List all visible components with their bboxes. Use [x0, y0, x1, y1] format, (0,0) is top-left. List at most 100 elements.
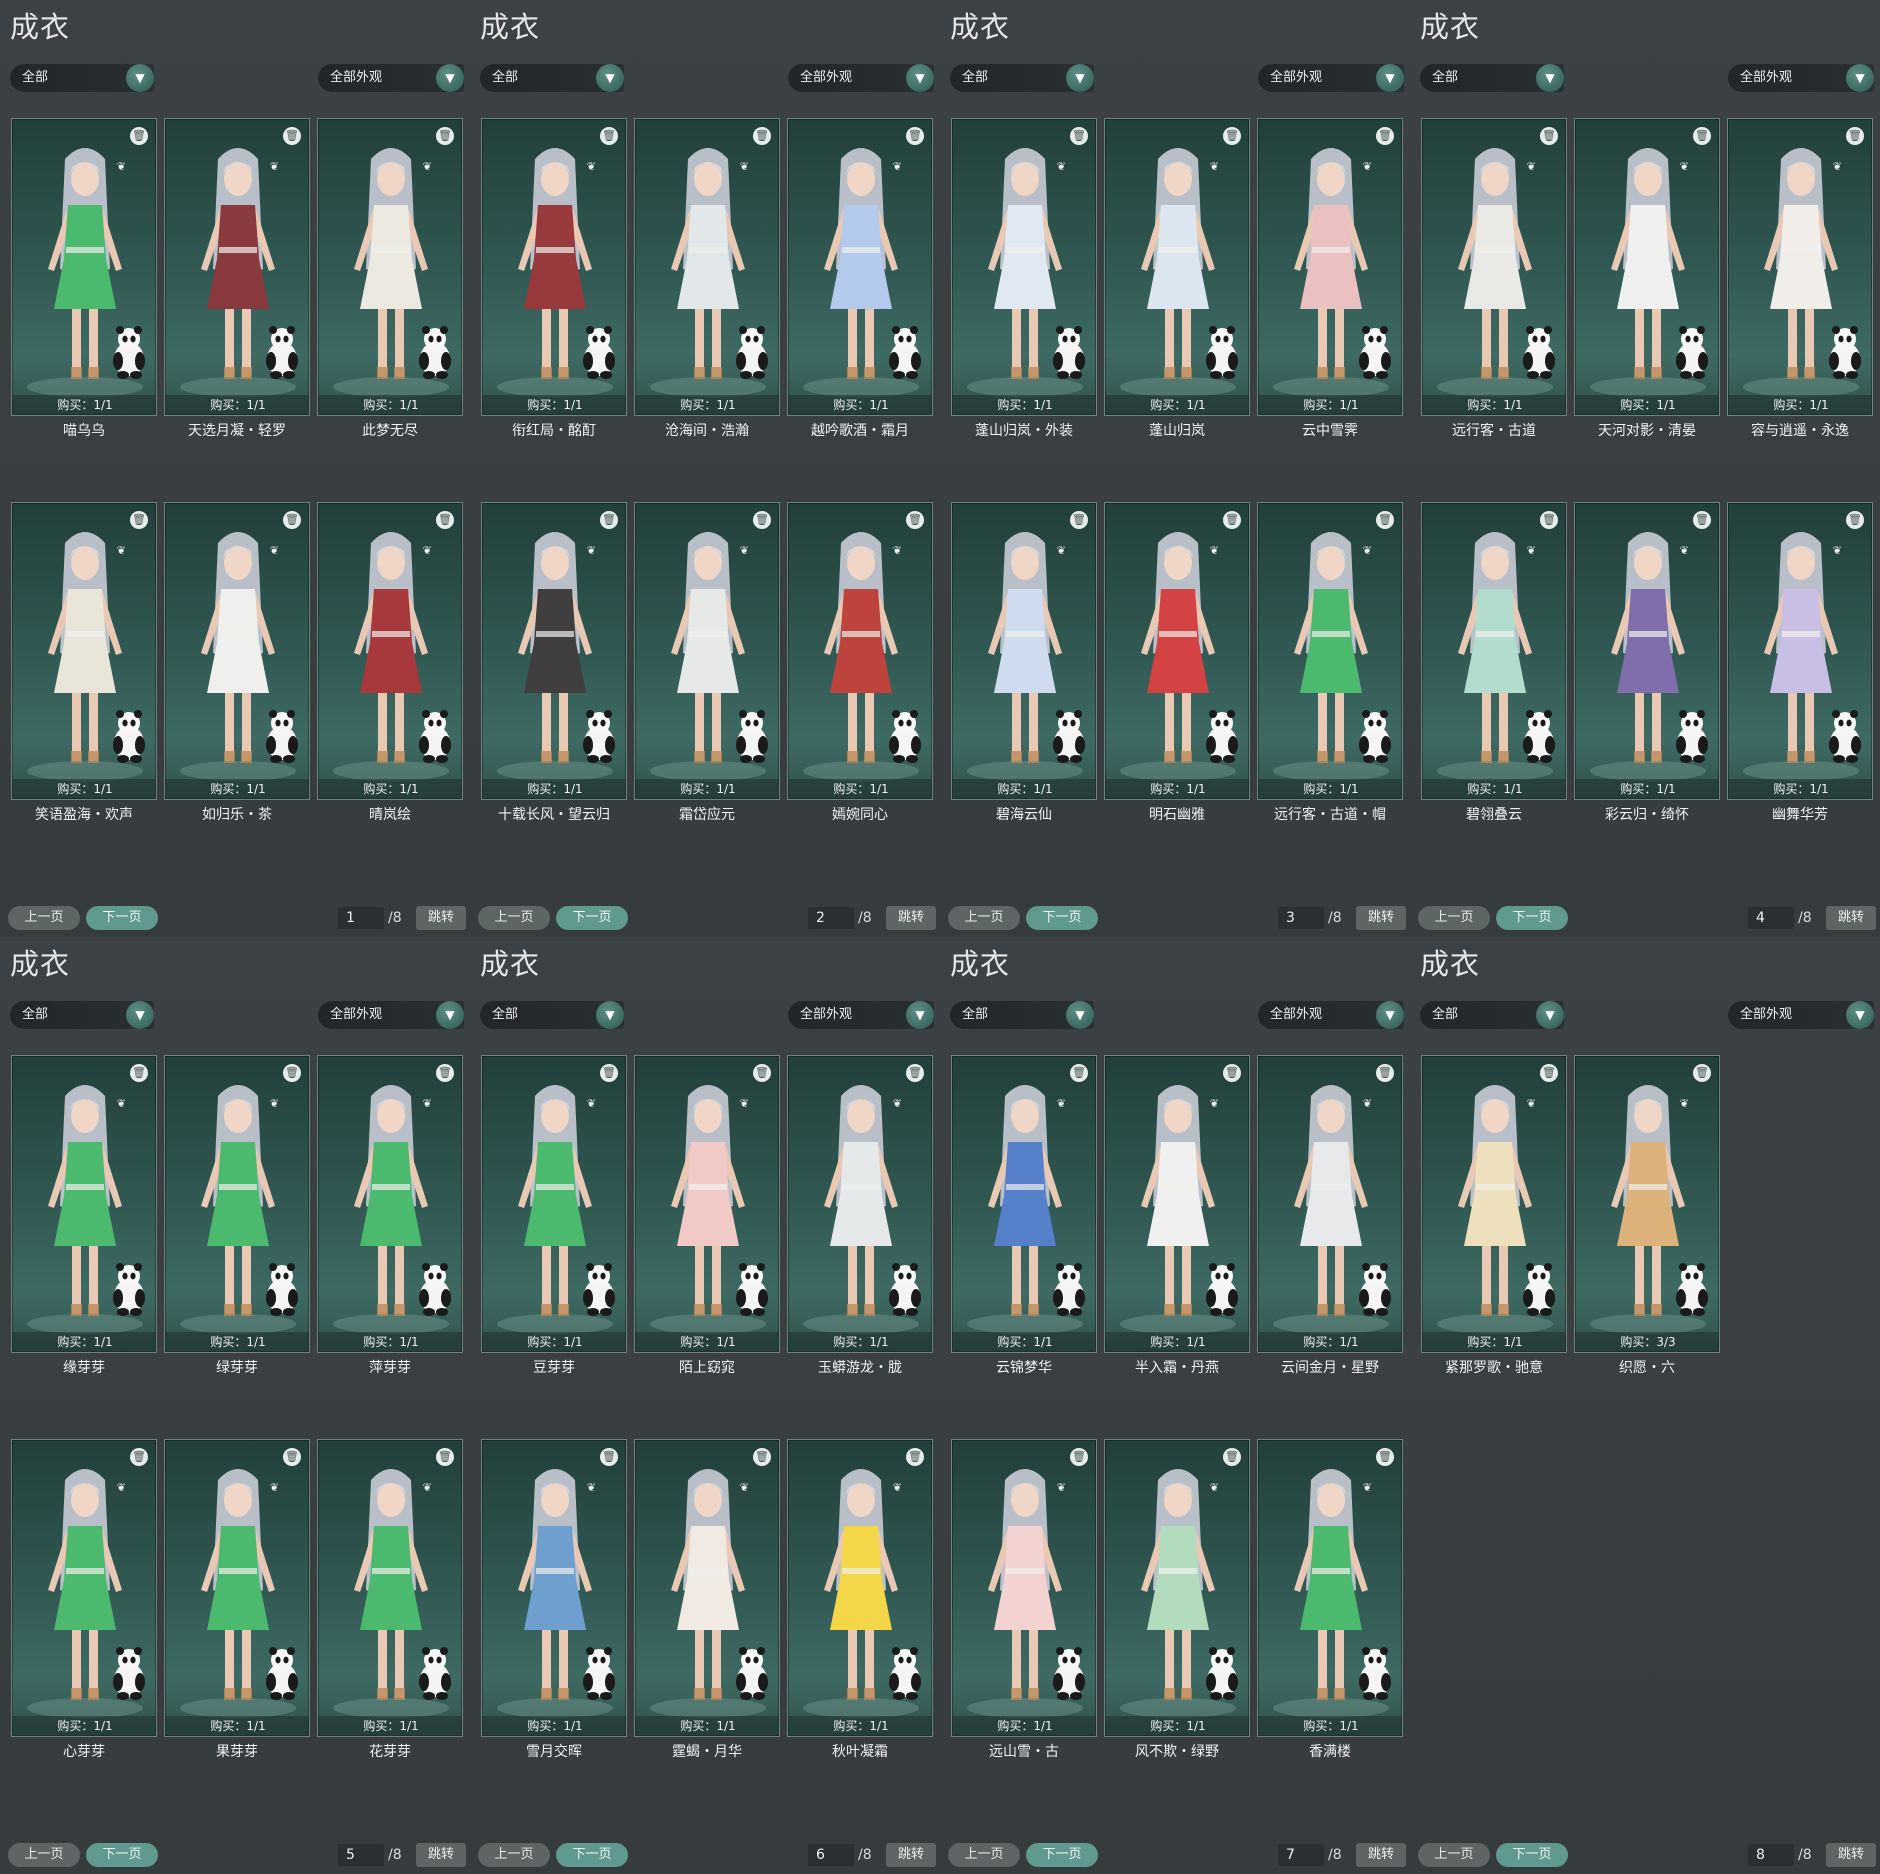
trash-icon[interactable]: 🗑 [906, 1448, 924, 1466]
outfit-card[interactable]: 🗑 ❦ 购买：1/1 [787, 1055, 933, 1353]
trash-icon[interactable]: 🗑 [1376, 1064, 1394, 1082]
outfit-card[interactable]: 🗑 ❦ 购买：1/1 [317, 502, 463, 800]
outfit-card[interactable]: 🗑 ❦ 购买：1/1 [481, 502, 627, 800]
category-dropdown[interactable]: 全部 ▼ [10, 1001, 154, 1029]
outfit-card[interactable]: 🗑 ❦ 购买：1/1 [1574, 502, 1720, 800]
outfit-card[interactable]: 🗑 ❦ 购买：1/1 [1727, 118, 1873, 416]
page-number-input[interactable]: 3 [1278, 907, 1324, 929]
outfit-card[interactable]: 🗑 ❦ 购买：1/1 [11, 1439, 157, 1737]
outfit-card[interactable]: 🗑 ❦ 购买：1/1 [1421, 1055, 1567, 1353]
chevron-down-icon[interactable]: ▼ [1536, 1001, 1564, 1029]
trash-icon[interactable]: 🗑 [283, 1448, 301, 1466]
category-dropdown[interactable]: 全部 ▼ [480, 64, 624, 92]
appearance-dropdown[interactable]: 全部外观 ▼ [788, 64, 934, 92]
appearance-dropdown[interactable]: 全部外观 ▼ [318, 64, 464, 92]
trash-icon[interactable]: 🗑 [283, 511, 301, 529]
jump-button[interactable]: 跳转 [1826, 906, 1876, 930]
prev-page-button[interactable]: 上一页 [948, 906, 1020, 930]
prev-page-button[interactable]: 上一页 [8, 1843, 80, 1867]
trash-icon[interactable]: 🗑 [600, 1448, 618, 1466]
trash-icon[interactable]: 🗑 [1070, 1064, 1088, 1082]
outfit-card[interactable]: 🗑 ❦ 购买：1/1 [787, 118, 933, 416]
trash-icon[interactable]: 🗑 [1223, 1064, 1241, 1082]
page-number-input[interactable]: 1 [338, 907, 384, 929]
trash-icon[interactable]: 🗑 [436, 1448, 454, 1466]
outfit-card[interactable]: 🗑 ❦ 购买：3/3 [1574, 1055, 1720, 1353]
trash-icon[interactable]: 🗑 [1376, 511, 1394, 529]
chevron-down-icon[interactable]: ▼ [1376, 1001, 1404, 1029]
appearance-dropdown[interactable]: 全部外观 ▼ [788, 1001, 934, 1029]
prev-page-button[interactable]: 上一页 [948, 1843, 1020, 1867]
prev-page-button[interactable]: 上一页 [478, 1843, 550, 1867]
trash-icon[interactable]: 🗑 [283, 1064, 301, 1082]
next-page-button[interactable]: 下一页 [86, 906, 158, 930]
outfit-card[interactable]: 🗑 ❦ 购买：1/1 [1257, 1439, 1403, 1737]
chevron-down-icon[interactable]: ▼ [1066, 1001, 1094, 1029]
outfit-card[interactable]: 🗑 ❦ 购买：1/1 [951, 118, 1097, 416]
outfit-card[interactable]: 🗑 ❦ 购买：1/1 [481, 1439, 627, 1737]
appearance-dropdown[interactable]: 全部外观 ▼ [1258, 1001, 1404, 1029]
trash-icon[interactable]: 🗑 [1846, 127, 1864, 145]
jump-button[interactable]: 跳转 [1356, 1843, 1406, 1867]
outfit-card[interactable]: 🗑 ❦ 购买：1/1 [164, 118, 310, 416]
chevron-down-icon[interactable]: ▼ [436, 1001, 464, 1029]
outfit-card[interactable]: 🗑 ❦ 购买：1/1 [951, 502, 1097, 800]
next-page-button[interactable]: 下一页 [1496, 906, 1568, 930]
page-number-input[interactable]: 4 [1748, 907, 1794, 929]
jump-button[interactable]: 跳转 [1826, 1843, 1876, 1867]
trash-icon[interactable]: 🗑 [130, 127, 148, 145]
trash-icon[interactable]: 🗑 [906, 1064, 924, 1082]
outfit-card[interactable]: 🗑 ❦ 购买：1/1 [164, 1055, 310, 1353]
outfit-card[interactable]: 🗑 ❦ 购买：1/1 [164, 1439, 310, 1737]
category-dropdown[interactable]: 全部 ▼ [1420, 1001, 1564, 1029]
trash-icon[interactable]: 🗑 [1376, 1448, 1394, 1466]
trash-icon[interactable]: 🗑 [1223, 1448, 1241, 1466]
trash-icon[interactable]: 🗑 [130, 1064, 148, 1082]
trash-icon[interactable]: 🗑 [600, 511, 618, 529]
chevron-down-icon[interactable]: ▼ [596, 1001, 624, 1029]
trash-icon[interactable]: 🗑 [1540, 1064, 1558, 1082]
appearance-dropdown[interactable]: 全部外观 ▼ [318, 1001, 464, 1029]
chevron-down-icon[interactable]: ▼ [1536, 64, 1564, 92]
appearance-dropdown[interactable]: 全部外观 ▼ [1728, 1001, 1874, 1029]
outfit-card[interactable]: 🗑 ❦ 购买：1/1 [787, 1439, 933, 1737]
next-page-button[interactable]: 下一页 [556, 1843, 628, 1867]
outfit-card[interactable]: 🗑 ❦ 购买：1/1 [634, 1439, 780, 1737]
outfit-card[interactable]: 🗑 ❦ 购买：1/1 [634, 502, 780, 800]
chevron-down-icon[interactable]: ▼ [1846, 64, 1874, 92]
outfit-card[interactable]: 🗑 ❦ 购买：1/1 [1104, 1055, 1250, 1353]
outfit-card[interactable]: 🗑 ❦ 购买：1/1 [481, 118, 627, 416]
trash-icon[interactable]: 🗑 [906, 511, 924, 529]
category-dropdown[interactable]: 全部 ▼ [950, 64, 1094, 92]
trash-icon[interactable]: 🗑 [1693, 511, 1711, 529]
outfit-card[interactable]: 🗑 ❦ 购买：1/1 [11, 1055, 157, 1353]
category-dropdown[interactable]: 全部 ▼ [950, 1001, 1094, 1029]
outfit-card[interactable]: 🗑 ❦ 购买：1/1 [1104, 118, 1250, 416]
jump-button[interactable]: 跳转 [886, 906, 936, 930]
category-dropdown[interactable]: 全部 ▼ [480, 1001, 624, 1029]
chevron-down-icon[interactable]: ▼ [436, 64, 464, 92]
trash-icon[interactable]: 🗑 [1693, 127, 1711, 145]
trash-icon[interactable]: 🗑 [1540, 127, 1558, 145]
trash-icon[interactable]: 🗑 [753, 127, 771, 145]
trash-icon[interactable]: 🗑 [436, 511, 454, 529]
outfit-card[interactable]: 🗑 ❦ 购买：1/1 [1257, 502, 1403, 800]
trash-icon[interactable]: 🗑 [130, 1448, 148, 1466]
appearance-dropdown[interactable]: 全部外观 ▼ [1728, 64, 1874, 92]
trash-icon[interactable]: 🗑 [1070, 127, 1088, 145]
prev-page-button[interactable]: 上一页 [1418, 1843, 1490, 1867]
chevron-down-icon[interactable]: ▼ [906, 64, 934, 92]
outfit-card[interactable]: 🗑 ❦ 购买：1/1 [1257, 1055, 1403, 1353]
outfit-card[interactable]: 🗑 ❦ 购买：1/1 [1727, 502, 1873, 800]
page-number-input[interactable]: 2 [808, 907, 854, 929]
outfit-card[interactable]: 🗑 ❦ 购买：1/1 [11, 502, 157, 800]
next-page-button[interactable]: 下一页 [1496, 1843, 1568, 1867]
appearance-dropdown[interactable]: 全部外观 ▼ [1258, 64, 1404, 92]
outfit-card[interactable]: 🗑 ❦ 购买：1/1 [1104, 1439, 1250, 1737]
trash-icon[interactable]: 🗑 [1223, 127, 1241, 145]
trash-icon[interactable]: 🗑 [906, 127, 924, 145]
trash-icon[interactable]: 🗑 [753, 1064, 771, 1082]
outfit-card[interactable]: 🗑 ❦ 购买：1/1 [481, 1055, 627, 1353]
trash-icon[interactable]: 🗑 [753, 511, 771, 529]
jump-button[interactable]: 跳转 [416, 1843, 466, 1867]
